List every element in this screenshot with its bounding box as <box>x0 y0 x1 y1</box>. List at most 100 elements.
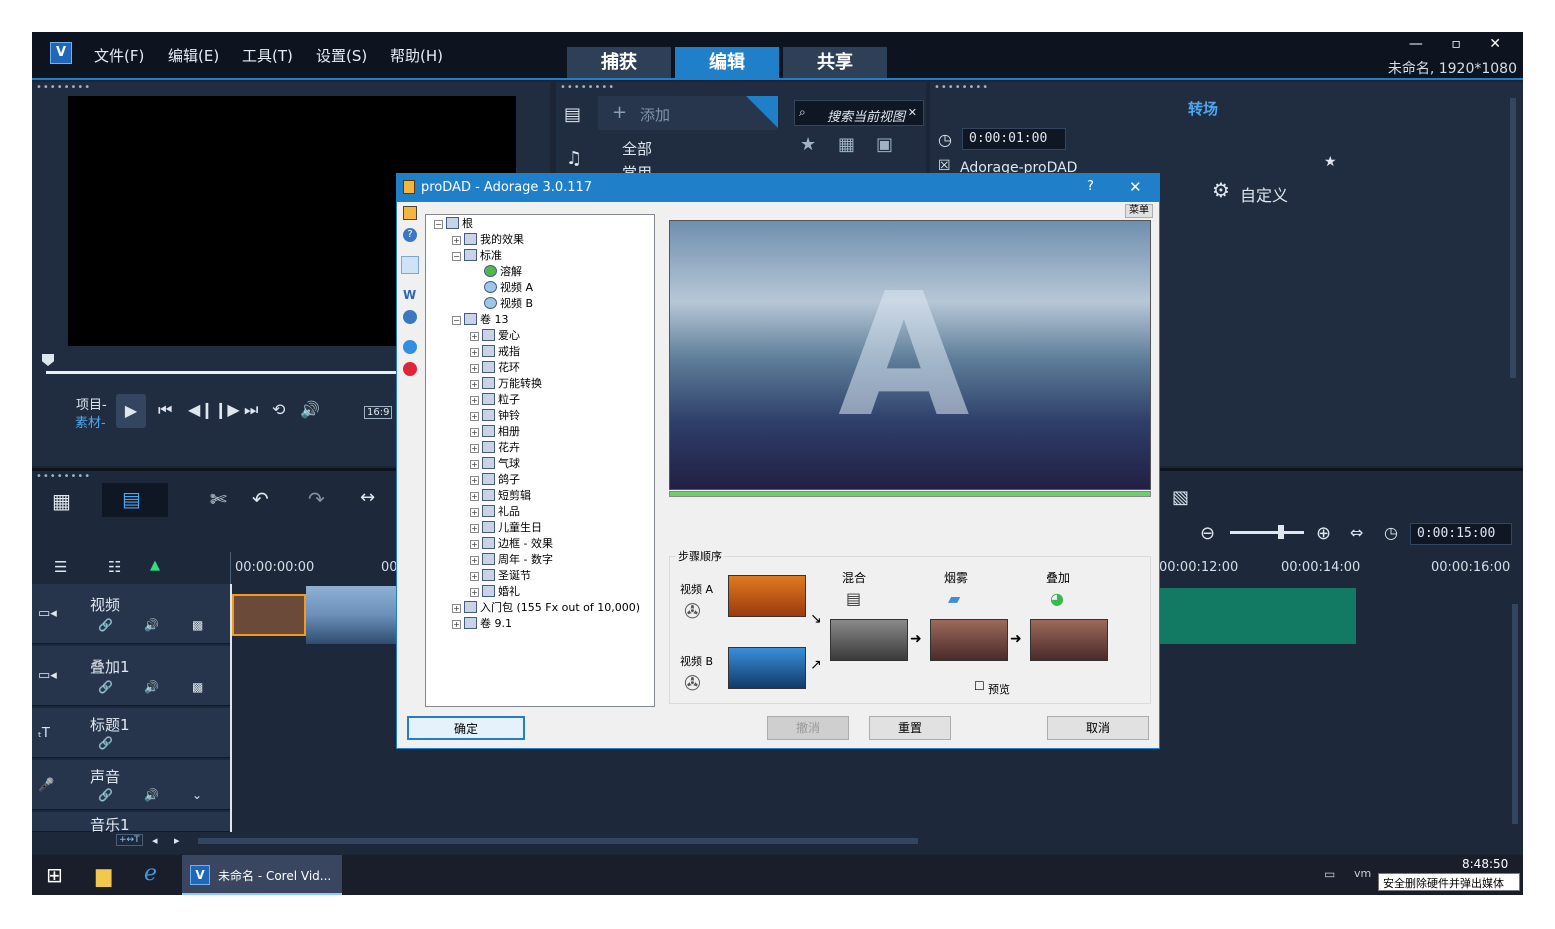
overlay-icon[interactable]: ◕ <box>1050 589 1064 608</box>
audio-library-icon[interactable]: ♫ <box>566 148 582 169</box>
menu-edit[interactable]: 编辑(E) <box>168 45 219 66</box>
cancel-button[interactable]: 取消 <box>1047 716 1149 740</box>
file-explorer-icon[interactable]: ▆ <box>96 863 111 887</box>
tree-node-category[interactable]: + 花卉 <box>470 440 520 456</box>
tray-vm-icon[interactable]: vm <box>1354 867 1371 880</box>
sort-icon[interactable]: ▦ <box>838 134 855 155</box>
zoom-out-icon[interactable]: ⊖ <box>1200 523 1215 544</box>
repeat-button[interactable]: ⟲ <box>272 400 285 419</box>
tree-node-category[interactable]: + 周年 - 数字 <box>470 552 553 568</box>
tree-node-volume91[interactable]: + 卷 9.1 <box>452 616 512 632</box>
zoom-in-icon[interactable]: ⊕ <box>1316 523 1331 544</box>
timeline-vscrollbar[interactable] <box>1512 604 1518 824</box>
link-icon[interactable]: 🔗 <box>98 736 113 750</box>
track-manager-icon[interactable]: ☰ <box>54 558 67 576</box>
undo-icon[interactable]: ↶ <box>252 487 269 511</box>
effect-tree[interactable]: − 根 + 我的效果 − 标准 溶解 视频 A 视频 B − 卷 13 + 爱心 + 戒指 + 花… <box>425 214 655 707</box>
track-header-title[interactable]: ₜT 标题1 🔗 <box>32 708 230 758</box>
preview-progress-bar[interactable] <box>669 491 1151 497</box>
video-b-thumbnail[interactable] <box>728 647 806 689</box>
tree-node-volume13[interactable]: − 卷 13 <box>452 312 509 328</box>
wizard-icon[interactable]: W <box>403 288 416 302</box>
video-clip[interactable] <box>306 586 396 644</box>
fit-icon[interactable]: ↔ <box>360 487 375 508</box>
dialog-help-button[interactable]: ? <box>1087 179 1094 194</box>
clock-time[interactable]: 8:48:50 <box>1462 857 1508 871</box>
tree-node-category[interactable]: + 礼品 <box>470 504 520 520</box>
tree-node-root[interactable]: − 根 <box>434 216 473 232</box>
settings-icon[interactable] <box>403 310 417 324</box>
timecode-field[interactable]: 0:00:15:00 <box>1410 523 1512 545</box>
panel-grip-icon[interactable]: •••••••• <box>36 82 91 93</box>
tree-node-category[interactable]: + 爱心 <box>470 328 520 344</box>
tree-node-video-a[interactable]: 视频 A <box>484 280 533 296</box>
tree-node-category[interactable]: + 戒指 <box>470 344 520 360</box>
timeline-view-button[interactable]: ▤ <box>102 483 168 517</box>
link-icon[interactable]: 🔗 <box>98 680 113 694</box>
view-icon[interactable]: ▣ <box>876 134 893 155</box>
duration-field[interactable]: 0:00:01:00 <box>962 128 1066 150</box>
ripple-icon[interactable]: ▩ <box>192 618 203 632</box>
volume-button[interactable]: 🔊 <box>300 400 320 419</box>
end-button[interactable]: ⏭ <box>244 400 258 420</box>
track-header-overlay[interactable]: ▭◂ 叠加1 🔗 🔊 ▩ <box>32 646 230 706</box>
help-icon[interactable]: ? <box>403 228 417 242</box>
tree-node-category[interactable]: + 边框 - 效果 <box>470 536 553 552</box>
video-a-thumbnail[interactable] <box>728 575 806 617</box>
prev-frame-button[interactable]: ◀❙ <box>188 400 214 419</box>
tree-node-video-b[interactable]: 视频 B <box>484 296 533 312</box>
options-scrollbar[interactable] <box>1510 98 1516 378</box>
film-reel-icon[interactable]: ✇ <box>684 671 701 695</box>
preview-mode-icon[interactable] <box>401 256 419 274</box>
menu-tools[interactable]: 工具(T) <box>242 45 293 66</box>
link-icon[interactable]: 🔗 <box>98 618 113 632</box>
mix-thumbnail[interactable] <box>830 619 908 661</box>
tree-node-category[interactable]: + 钟铃 <box>470 408 520 424</box>
scrubber-bar[interactable] <box>46 371 396 374</box>
tree-node-category[interactable]: + 鸽子 <box>470 472 520 488</box>
tree-node-my-effects[interactable]: + 我的效果 <box>452 232 524 248</box>
customize-button[interactable]: 自定义 <box>1240 182 1288 206</box>
adorage-icon[interactable] <box>403 206 417 220</box>
film-reel-icon[interactable]: ✇ <box>684 599 701 623</box>
undo-button[interactable]: 撤消 <box>767 716 849 740</box>
tree-node-category[interactable]: + 圣诞节 <box>470 568 531 584</box>
ripple-icon[interactable]: ▩ <box>192 680 203 694</box>
start-icon[interactable]: ⊞ <box>46 863 63 887</box>
menu-help[interactable]: 帮助(H) <box>390 45 443 66</box>
tab-capture[interactable]: 捕获 <box>567 47 671 78</box>
mute-icon[interactable]: 🔊 <box>144 788 159 802</box>
tab-share[interactable]: 共享 <box>783 47 887 78</box>
clear-search-icon[interactable]: ✕ <box>908 106 917 119</box>
tree-node-category[interactable]: + 相册 <box>470 424 520 440</box>
tree-node-category[interactable]: + 气球 <box>470 456 520 472</box>
zoom-slider-handle[interactable] <box>1278 525 1284 539</box>
edit-icon[interactable]: ▧ <box>1172 487 1189 508</box>
play-button[interactable]: ▶ <box>116 394 146 428</box>
taskbar-app-button[interactable]: V 未命名 - Corel Vid... <box>182 855 342 895</box>
tray-keyboard-icon[interactable]: ▭ <box>1324 867 1335 881</box>
aspect-ratio-button[interactable]: 16:9 <box>364 406 393 419</box>
dialog-menu-button[interactable]: 菜单 <box>1125 204 1153 218</box>
panel-grip-icon[interactable]: •••••••• <box>560 82 615 93</box>
reset-button[interactable]: 重置 <box>869 716 951 740</box>
next-frame-button[interactable]: ❙▶ <box>214 400 240 419</box>
project-mode-label[interactable]: 项目- <box>76 394 107 413</box>
dialog-titlebar[interactable]: proDAD - Adorage 3.0.117 ? ✕ <box>397 174 1159 202</box>
folder-all[interactable]: 全部 <box>622 138 652 159</box>
trim-marker-icon[interactable] <box>42 354 54 366</box>
favorite-icon[interactable]: ★ <box>800 134 816 155</box>
scroll-left-icon[interactable]: ◂ <box>152 834 158 847</box>
menu-settings[interactable]: 设置(S) <box>316 45 367 66</box>
home-button[interactable]: ⏮ <box>158 400 172 420</box>
overlay-thumbnail[interactable] <box>1030 619 1108 661</box>
video-clip[interactable] <box>1160 588 1356 644</box>
panel-grip-icon[interactable]: •••••••• <box>934 82 989 93</box>
menu-file[interactable]: 文件(F) <box>94 45 144 66</box>
track-header-voice[interactable]: 🎤 声音 🔗 🔊 ⌄ <box>32 760 230 810</box>
preview-checkbox[interactable]: ☐ <box>974 679 985 693</box>
tree-node-category[interactable]: + 花环 <box>470 360 520 376</box>
scroll-right-icon[interactable]: ▸ <box>174 834 180 847</box>
tab-edit[interactable]: 编辑 <box>675 47 779 78</box>
tree-node-category[interactable]: + 婚礼 <box>470 584 520 600</box>
